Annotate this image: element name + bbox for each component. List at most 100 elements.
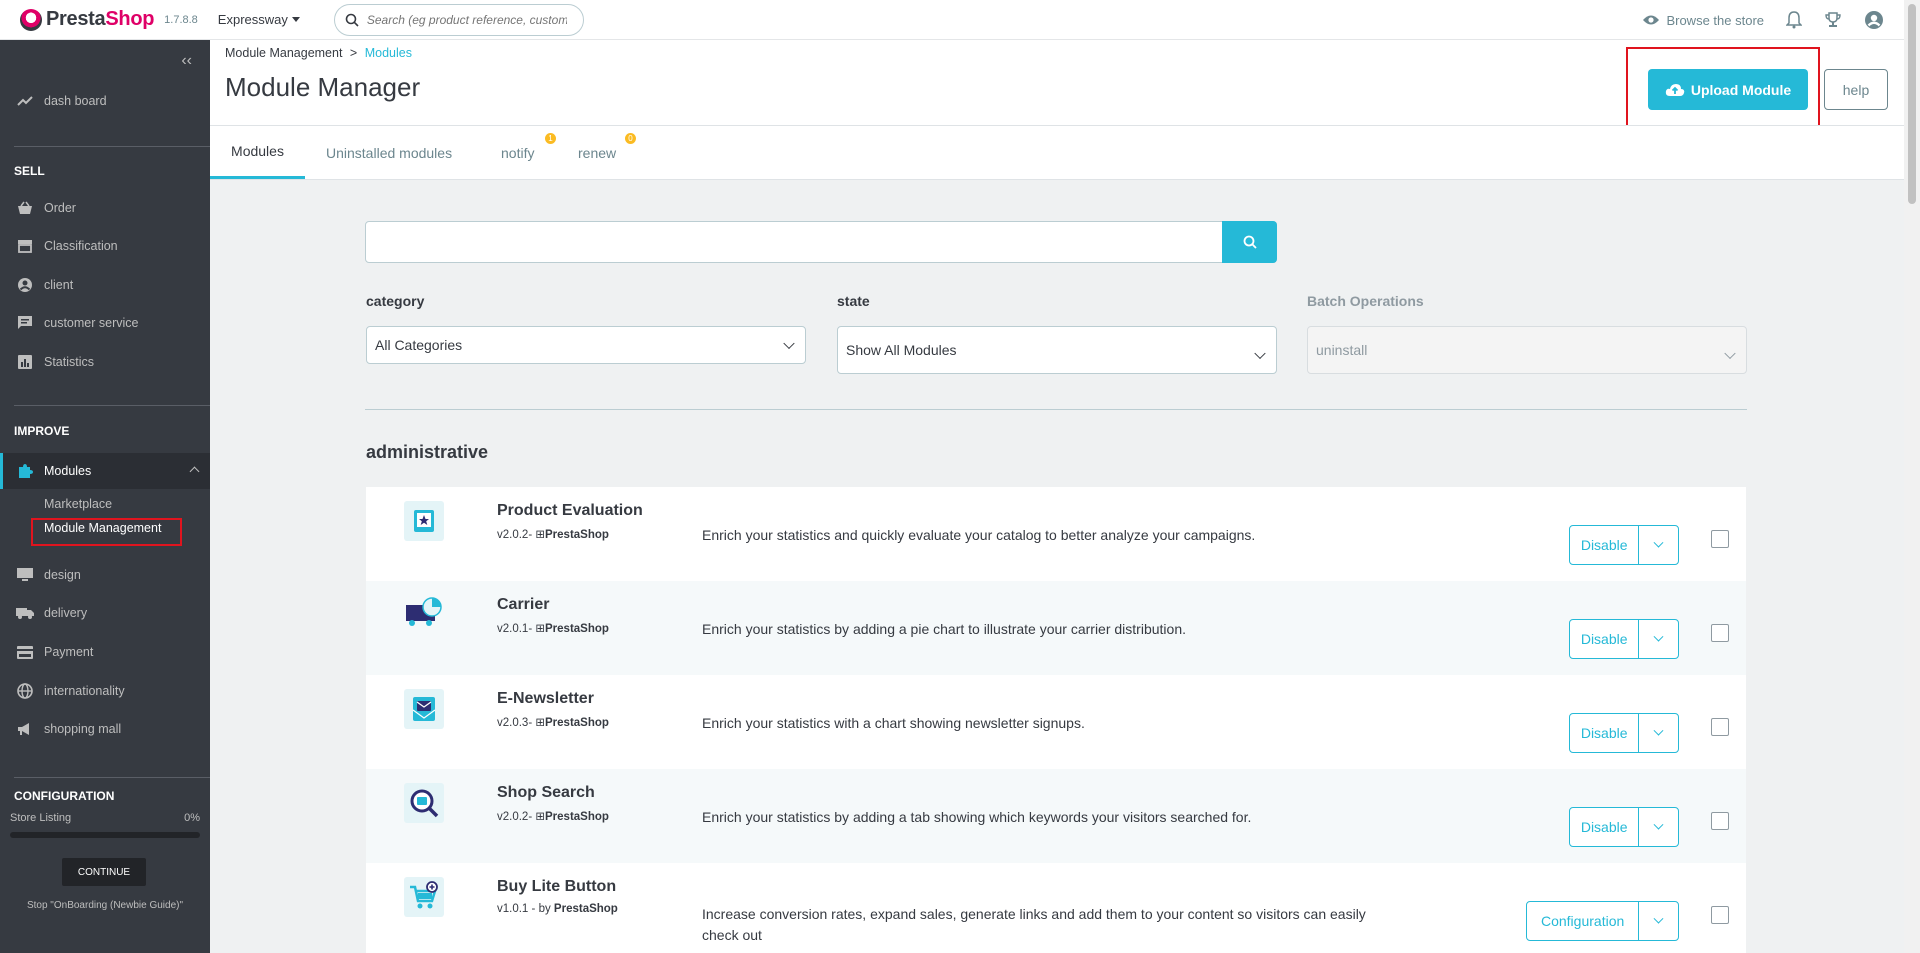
module-author: PrestaShop [545, 623, 609, 635]
module-description: Enrich your statistics by adding a pie c… [702, 621, 1186, 637]
sidebar-item-customer-service[interactable]: customer service [0, 309, 210, 337]
onboarding-stop-link[interactable]: Stop "OnBoarding (Newbie Guide)" [0, 900, 210, 911]
tab-uninstalled-modules[interactable]: Uninstalled modules [326, 126, 452, 179]
page-scrollbar[interactable] [1904, 0, 1920, 953]
onboarding-percent: 0% [184, 812, 200, 824]
action-dropdown-button[interactable] [1639, 808, 1678, 846]
truck-pie-icon [404, 595, 444, 635]
module-row: E-Newsletter v2.0.3- ⊞PrestaShop Enrich … [366, 675, 1746, 769]
trophy-icon[interactable] [1824, 11, 1842, 29]
sidebar-item-modules[interactable]: Modules [0, 453, 210, 489]
megaphone-icon [16, 720, 34, 738]
module-name: Shop Search [497, 784, 595, 801]
scrollbar-thumb[interactable] [1908, 4, 1916, 204]
sidebar-item-design[interactable]: design [0, 561, 210, 589]
module-checkbox[interactable] [1711, 624, 1729, 642]
collapse-sidebar-icon[interactable]: ‹‹ [181, 52, 192, 70]
module-action-group: Disable [1569, 525, 1679, 565]
module-name: Carrier [497, 596, 550, 613]
trending-icon [16, 92, 34, 110]
chevron-down-icon [1653, 913, 1664, 924]
page-header: Module Management > Modules Module Manag… [210, 40, 1904, 130]
module-checkbox[interactable] [1711, 718, 1729, 736]
credit-card-icon [16, 643, 34, 661]
sidebar-item-label: delivery [44, 606, 88, 620]
module-version: v1.0.1 - by PrestaShop [497, 903, 618, 915]
sidebar-item-shopping-mall[interactable]: shopping mall [0, 715, 210, 743]
bell-icon[interactable] [1786, 11, 1802, 29]
sidebar-item-statistics[interactable]: Statistics [0, 348, 210, 376]
module-checkbox[interactable] [1711, 906, 1729, 924]
browse-store-link[interactable]: Browse the store [1642, 13, 1764, 28]
action-dropdown-button[interactable] [1639, 526, 1678, 564]
shop-selector[interactable]: Expressway [218, 12, 300, 27]
action-dropdown-button[interactable] [1639, 714, 1678, 752]
action-dropdown-button[interactable] [1639, 902, 1678, 940]
module-author: PrestaShop [545, 717, 609, 729]
breadcrumb-current[interactable]: Modules [365, 46, 412, 60]
module-version: v2.0.2- ⊞PrestaShop [497, 811, 609, 823]
sidebar-item-label: internationality [44, 684, 125, 698]
tab-modules[interactable]: Modules [210, 126, 305, 179]
search-icon [345, 13, 359, 27]
tab-label: renew [578, 144, 617, 161]
breadcrumb-parent[interactable]: Module Management [225, 46, 342, 60]
disable-button[interactable]: Disable [1570, 526, 1640, 564]
magnifier-shop-icon [404, 783, 444, 823]
module-description: Increase conversion rates, expand sales,… [702, 906, 1366, 943]
module-author: PrestaShop [545, 811, 609, 823]
state-select[interactable]: Show All Modules [837, 326, 1277, 374]
sidebar-item-classification[interactable]: Classification [0, 232, 210, 260]
sidebar-item-delivery[interactable]: delivery [0, 599, 210, 627]
tab-label: notify [501, 144, 535, 161]
module-search-input[interactable] [376, 222, 1226, 260]
state-label: state [837, 293, 870, 309]
sidebar-item-label: Order [44, 201, 76, 215]
chevron-down-icon [1653, 537, 1664, 548]
module-name: E-Newsletter [497, 690, 594, 707]
tab-notify[interactable]: notify 1 [501, 126, 556, 179]
logo-icon [20, 8, 42, 31]
category-select[interactable]: All Categories [366, 326, 806, 364]
module-row: Product Evaluation v2.0.2- ⊞PrestaShop E… [366, 487, 1746, 581]
module-checkbox[interactable] [1711, 530, 1729, 548]
configuration-button[interactable]: Configuration [1527, 902, 1640, 940]
module-version: v2.0.2- ⊞PrestaShop [497, 529, 609, 541]
chevron-down-icon [1724, 347, 1736, 359]
disable-button[interactable]: Disable [1570, 808, 1640, 846]
logo-shop: Shop [105, 8, 155, 30]
envelope-icon [404, 689, 444, 729]
module-search-button[interactable] [1222, 221, 1277, 263]
module-list: Product Evaluation v2.0.2- ⊞PrestaShop E… [366, 487, 1746, 953]
sidebar-item-dashboard[interactable]: dash board [0, 87, 210, 115]
onboarding-continue-button[interactable]: CONTINUE [62, 858, 146, 886]
category-label: category [366, 293, 425, 309]
section-sell: SELL [14, 164, 45, 178]
logo-presta: Presta [46, 8, 106, 30]
sidebar-item-order[interactable]: Order [0, 194, 210, 222]
module-checkbox[interactable] [1711, 812, 1729, 830]
renew-badge: 0 [625, 133, 636, 144]
category-value: All Categories [375, 337, 463, 353]
disable-button[interactable]: Disable [1570, 620, 1640, 658]
module-author: PrestaShop [545, 529, 609, 541]
module-description: Enrich your statistics with a chart show… [702, 715, 1085, 731]
sidebar-subitem-marketplace[interactable]: Marketplace [44, 497, 112, 511]
account-icon[interactable] [1864, 10, 1884, 30]
sidebar-item-payment[interactable]: Payment [0, 638, 210, 666]
prestashop-logo[interactable]: PrestaShop 1.7.8.8 [20, 8, 198, 31]
grid-icon: ⊞ [535, 717, 546, 729]
action-dropdown-button[interactable] [1639, 620, 1678, 658]
header-search[interactable] [333, 3, 584, 36]
help-button[interactable]: help [1824, 69, 1888, 110]
disable-button[interactable]: Disable [1570, 714, 1640, 752]
star-book-icon [404, 501, 444, 541]
breadcrumb-separator: > [349, 46, 358, 60]
sidebar-item-client[interactable]: client [0, 271, 210, 299]
sidebar: ‹‹ dash board SELL Order Classification … [0, 40, 210, 953]
globe-icon [16, 682, 34, 700]
sidebar-item-internationality[interactable]: internationality [0, 677, 210, 705]
tab-renew[interactable]: renew 0 [578, 126, 636, 179]
grid-icon: ⊞ [535, 529, 546, 541]
header-search-input[interactable] [366, 12, 567, 27]
